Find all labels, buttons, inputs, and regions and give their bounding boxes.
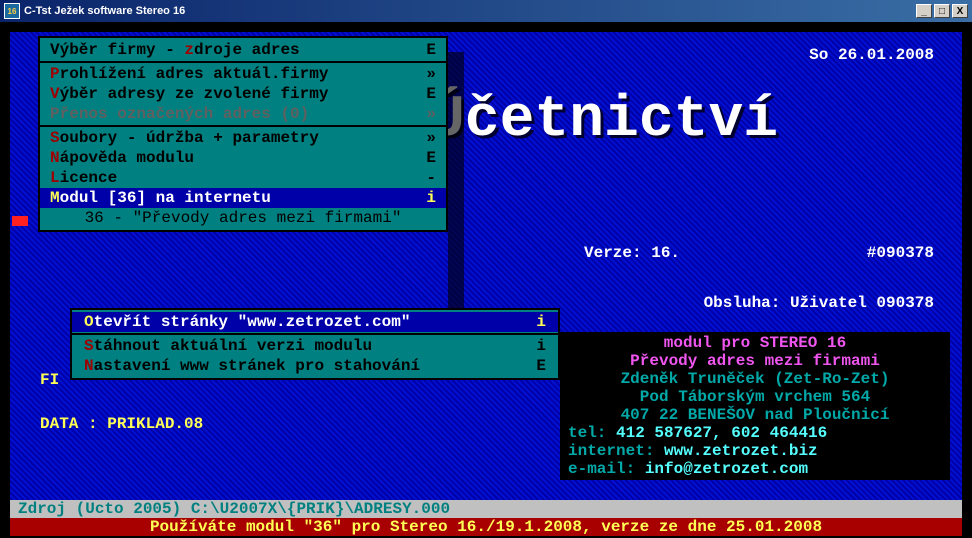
minimize-button[interactable]: _: [916, 4, 932, 18]
submenu-item-label: Otevřít stránky "www.zetrozet.com": [84, 312, 526, 332]
menu-item[interactable]: Modul [36] na internetui: [40, 188, 446, 208]
menu-item-label: Přenos označených adres (0): [50, 104, 416, 124]
menu-item[interactable]: Prohlížení adres aktuál.firmy»: [40, 64, 446, 84]
version-line: Verze: 16. #090378: [534, 244, 934, 262]
close-button[interactable]: X: [952, 4, 968, 18]
submenu-item-label: Nastavení www stránek pro stahování: [84, 356, 526, 376]
info-line-2: Převody adres mezi firmami: [568, 352, 942, 370]
menu-item[interactable]: Výběr firmy - zdroje adresE: [40, 40, 446, 60]
menu-item-label: Nápověda modulu: [50, 148, 416, 168]
info-line-5: 407 22 BENEŠOV nad Ploučnicí: [568, 406, 942, 424]
version-id: #090378: [867, 244, 934, 262]
submenu-item[interactable]: Stáhnout aktuální verzi modului: [72, 336, 558, 356]
main-menu: Výběr firmy - zdroje adresEProhlížení ad…: [38, 36, 448, 232]
data-path-label: DATA : PRIKLAD.08: [40, 415, 203, 433]
menu-separator: [72, 333, 558, 335]
menu-item-label: Výběr firmy - zdroje adres: [50, 40, 416, 60]
submenu-item-key: i: [526, 312, 546, 332]
window-titlebar: 16 C-Tst Ježek software Stereo 16 _ □ X: [0, 0, 972, 22]
window-title: C-Tst Ježek software Stereo 16: [24, 5, 916, 17]
version-label: Verze: 16.: [584, 244, 680, 262]
menu-item-key: »: [416, 64, 436, 84]
submenu-item-label: Stáhnout aktuální verzi modulu: [84, 336, 526, 356]
menu-item-label: Výběr adresy ze zvolené firmy: [50, 84, 416, 104]
menu-item[interactable]: Licence-: [40, 168, 446, 188]
maximize-button[interactable]: □: [934, 4, 950, 18]
submenu-item[interactable]: Nastavení www stránek pro stahováníE: [72, 356, 558, 376]
status-source-path: Zdroj (Ucto 2005) C:\U2007X\{PRIK}\ADRES…: [10, 500, 962, 518]
vendor-info-box: modul pro STEREO 16 Převody adres mezi f…: [560, 332, 950, 480]
menu-item-label: Licence: [50, 168, 416, 188]
menu-item[interactable]: Soubory - údržba + parametry»: [40, 128, 446, 148]
info-line-1: modul pro STEREO 16: [568, 334, 942, 352]
date-label: So 26.01.2008: [809, 46, 934, 64]
menu-item-label: Soubory - údržba + parametry: [50, 128, 416, 148]
terminal-area: So 26.01.2008 Účetnictví Verze: 16. #090…: [0, 22, 972, 538]
menu-shadow: [448, 52, 464, 312]
menu-item-key: i: [416, 188, 436, 208]
menu-item-key: -: [416, 168, 436, 188]
app-icon: 16: [4, 3, 20, 19]
submenu-item-key: E: [526, 356, 546, 376]
submenu-item[interactable]: Otevřít stránky "www.zetrozet.com"i: [72, 312, 558, 332]
info-line-3: Zdeněk Truněček (Zet-Ro-Zet): [568, 370, 942, 388]
menu-separator: [40, 61, 446, 63]
info-tel: tel: 412 587627, 602 464416: [568, 424, 942, 442]
menu-item-key: »: [416, 104, 436, 124]
menu-item[interactable]: Nápověda moduluE: [40, 148, 446, 168]
menu-item-key: E: [416, 84, 436, 104]
status-module-version: Používáte modul "36" pro Stereo 16./19.1…: [10, 518, 962, 536]
menu-item-key: E: [416, 40, 436, 60]
marker-icon: [12, 216, 28, 226]
info-mail: e-mail: info@zetrozet.com: [568, 460, 942, 478]
menu-hint: 36 - "Převody adres mezi firmami": [40, 208, 446, 228]
menu-item-label: Modul [36] na internetu: [50, 188, 416, 208]
menu-separator: [40, 125, 446, 127]
module-title: Účetnictví: [430, 112, 778, 130]
menu-item-key: »: [416, 128, 436, 148]
menu-item[interactable]: Přenos označených adres (0)»: [40, 104, 446, 124]
submenu-item-key: i: [526, 336, 546, 356]
menu-item-label: Prohlížení adres aktuál.firmy: [50, 64, 416, 84]
menu-item[interactable]: Výběr adresy ze zvolené firmyE: [40, 84, 446, 104]
menu-item-key: E: [416, 148, 436, 168]
operator-line: Obsluha: Uživatel 090378: [704, 294, 934, 312]
info-line-4: Pod Táborským vrchem 564: [568, 388, 942, 406]
info-web: internet: www.zetrozet.biz: [568, 442, 942, 460]
fi-label: FI: [40, 371, 59, 389]
submenu-internet: Otevřít stránky "www.zetrozet.com"iStáhn…: [70, 308, 560, 380]
